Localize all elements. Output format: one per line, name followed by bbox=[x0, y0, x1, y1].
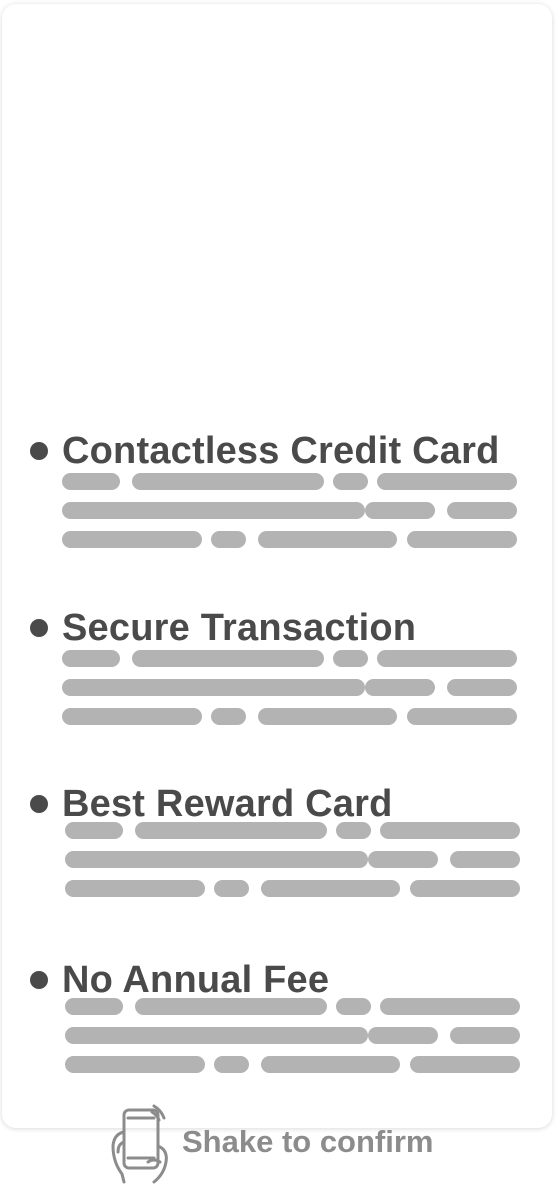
bullet-icon bbox=[30, 619, 48, 637]
text-placeholder-bar bbox=[447, 502, 517, 519]
text-placeholder-bar bbox=[261, 1056, 400, 1073]
text-placeholder-bar bbox=[62, 502, 365, 519]
text-placeholder-bar bbox=[65, 880, 205, 897]
feature-title: Best Reward Card bbox=[62, 783, 393, 825]
shake-to-confirm-action[interactable]: Shake to confirm bbox=[0, 1100, 560, 1184]
text-placeholder-bar bbox=[65, 998, 123, 1015]
text-placeholder-bar bbox=[336, 998, 371, 1015]
text-placeholder-bar bbox=[132, 650, 324, 667]
text-placeholder-bar bbox=[377, 650, 517, 667]
text-placeholder-bar bbox=[368, 1027, 438, 1044]
text-placeholder-bar bbox=[214, 880, 249, 897]
text-placeholder-bar bbox=[365, 679, 435, 696]
text-placeholder-bar bbox=[333, 650, 368, 667]
text-placeholder-bar bbox=[261, 880, 400, 897]
text-placeholder-bar bbox=[407, 708, 517, 725]
text-placeholder-bar bbox=[258, 708, 397, 725]
text-placeholder-bar bbox=[368, 851, 438, 868]
text-placeholder-bar bbox=[377, 473, 517, 490]
text-placeholder-bar bbox=[410, 880, 520, 897]
text-placeholder-bar bbox=[214, 1056, 249, 1073]
feature-title: Contactless Credit Card bbox=[62, 430, 500, 472]
feature-title: Secure Transaction bbox=[62, 607, 417, 649]
feature-card: Contactless Credit Card Secure Transacti… bbox=[2, 4, 552, 1128]
text-placeholder-bar bbox=[447, 679, 517, 696]
text-placeholder-bar bbox=[380, 998, 520, 1015]
text-placeholder-bar bbox=[211, 708, 246, 725]
text-placeholder-bar bbox=[258, 531, 397, 548]
feature-title: No Annual Fee bbox=[62, 959, 330, 1001]
text-placeholder-bar bbox=[407, 531, 517, 548]
text-placeholder-bar bbox=[62, 531, 202, 548]
text-placeholder-bar bbox=[65, 1027, 368, 1044]
text-placeholder-bar bbox=[65, 822, 123, 839]
shake-phone-icon bbox=[111, 1104, 168, 1184]
text-placeholder-bar bbox=[135, 822, 327, 839]
bullet-icon bbox=[30, 795, 48, 813]
text-placeholder-bar bbox=[62, 650, 120, 667]
text-placeholder-bar bbox=[65, 851, 368, 868]
text-placeholder-bar bbox=[132, 473, 324, 490]
text-placeholder-bar bbox=[450, 851, 520, 868]
text-placeholder-bar bbox=[410, 1056, 520, 1073]
text-placeholder-bar bbox=[65, 1056, 205, 1073]
text-placeholder-bar bbox=[336, 822, 371, 839]
text-placeholder-bar bbox=[333, 473, 368, 490]
text-placeholder-bar bbox=[135, 998, 327, 1015]
text-placeholder-bar bbox=[380, 822, 520, 839]
text-placeholder-bar bbox=[62, 473, 120, 490]
bullet-icon bbox=[30, 971, 48, 989]
text-placeholder-bar bbox=[365, 502, 435, 519]
text-placeholder-bar bbox=[62, 708, 202, 725]
shake-to-confirm-label: Shake to confirm bbox=[182, 1124, 434, 1159]
text-placeholder-bar bbox=[450, 1027, 520, 1044]
text-placeholder-bar bbox=[62, 679, 365, 696]
text-placeholder-bar bbox=[211, 531, 246, 548]
bullet-icon bbox=[30, 442, 48, 460]
